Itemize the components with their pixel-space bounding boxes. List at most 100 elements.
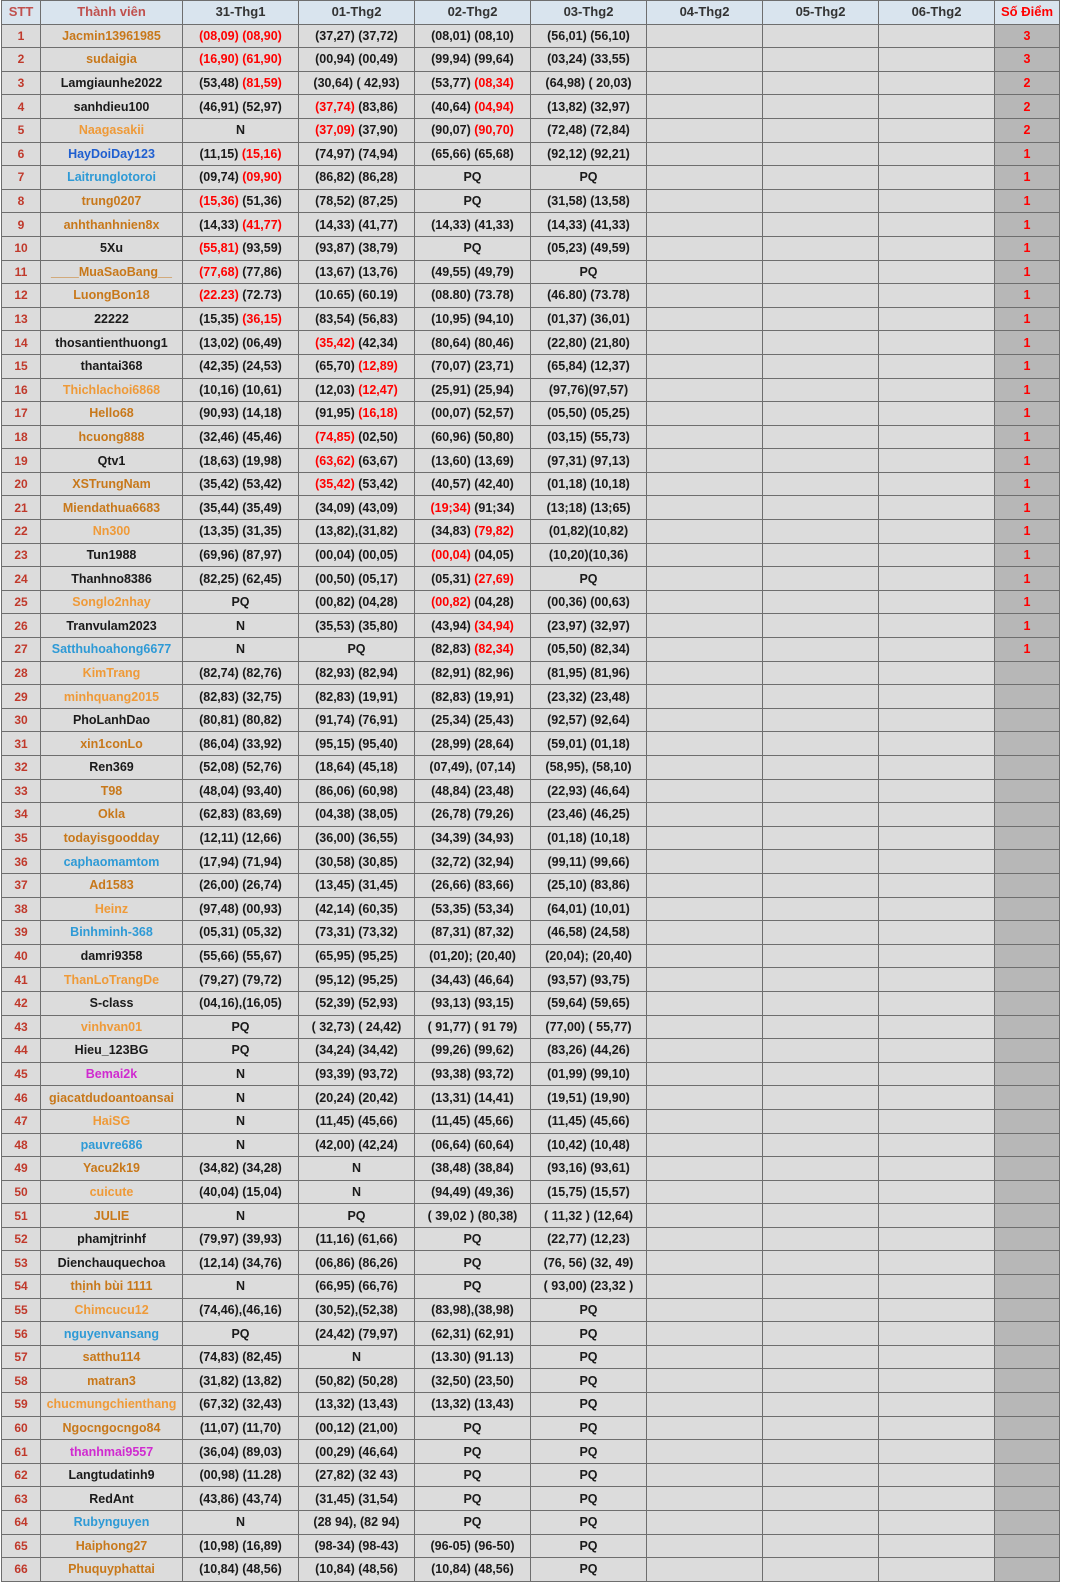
day-cell: PQ bbox=[530, 1321, 647, 1346]
prediction-value: (00,94) bbox=[315, 52, 355, 67]
day-cell: (91,95) (16,18) bbox=[298, 401, 415, 426]
row-number: 49 bbox=[1, 1156, 41, 1181]
table-row: 56 nguyenvansang PQ (24,42) (79,97) (62,31) … bbox=[1, 1321, 1060, 1346]
prediction-value: (60.19) bbox=[358, 288, 398, 303]
day-cell bbox=[762, 1533, 879, 1559]
prediction-value: (82,74) bbox=[199, 665, 239, 680]
prediction-value: (12,89) bbox=[358, 359, 398, 374]
row-number: 16 bbox=[1, 377, 41, 403]
score-cell bbox=[994, 920, 1060, 945]
member-name: satthu114 bbox=[40, 1344, 183, 1370]
member-name: Binhminh-368 bbox=[40, 920, 183, 945]
prediction-value: (23,71) bbox=[474, 359, 514, 374]
day-cell: (32,50) (23,50) bbox=[414, 1368, 531, 1394]
prediction-value: (00,98) bbox=[199, 1468, 240, 1483]
day-cell bbox=[878, 235, 995, 261]
day-cell bbox=[646, 872, 763, 898]
day-cell bbox=[646, 1226, 763, 1252]
table-row: 24 Thanhno8386 (82,25) (62,45) (00,50) (05,… bbox=[1, 566, 1060, 591]
table-row: 22 Nn300 (13,35) (31,35) (13,82),(31,82) (34… bbox=[1, 519, 1060, 544]
prediction-value: PQ bbox=[463, 1279, 482, 1294]
score-cell bbox=[994, 1203, 1060, 1228]
prediction-value: (19,91) bbox=[474, 689, 514, 704]
prediction-value: (12,11) bbox=[199, 831, 239, 846]
prediction-value: (95,40) bbox=[358, 736, 398, 751]
prediction-value: (05,17) bbox=[358, 571, 398, 586]
prediction-value: (93,61) bbox=[590, 1161, 630, 1176]
day-cell: N bbox=[182, 613, 299, 639]
day-cell: (04,38) (38,05) bbox=[298, 802, 415, 827]
day-cell: (86,06) (60,98) bbox=[298, 778, 415, 804]
day-cell bbox=[878, 401, 995, 426]
row-number: 10 bbox=[1, 235, 41, 261]
day-cell bbox=[878, 566, 995, 591]
table-row: 46 giacatdudoantoansai N (20,24) (20,42) (13… bbox=[1, 1085, 1060, 1110]
score-cell: 2 bbox=[994, 94, 1060, 119]
day-cell: (27,82) (32 43) bbox=[298, 1462, 415, 1488]
prediction-value: (14,33) bbox=[199, 217, 239, 232]
day-cell bbox=[646, 1203, 763, 1228]
prediction-value: (00,49) bbox=[358, 52, 398, 67]
day-cell bbox=[878, 542, 995, 568]
prediction-value: (72,84) bbox=[590, 123, 630, 138]
row-number: 45 bbox=[1, 1061, 41, 1087]
prediction-value: N bbox=[235, 1114, 246, 1129]
prediction-value: (11,16) bbox=[315, 1232, 355, 1247]
day-cell bbox=[762, 1203, 879, 1228]
prediction-value: (32,50) bbox=[431, 1373, 471, 1388]
day-cell bbox=[878, 920, 995, 945]
day-cell: (93,87) (38,79) bbox=[298, 235, 415, 261]
prediction-value: (48,84) bbox=[431, 783, 471, 798]
prediction-value: ( 11,32 ) bbox=[544, 1208, 590, 1223]
prediction-value: (06,86) bbox=[315, 1255, 355, 1270]
day-cell: PQ bbox=[530, 1439, 647, 1464]
day-cell: ( 39,02 ) (80,38) bbox=[414, 1203, 531, 1228]
prediction-value: (55,66) bbox=[199, 949, 239, 964]
prediction-value: (12,23) bbox=[590, 1232, 630, 1247]
prediction-value: (58,95), bbox=[545, 760, 589, 775]
prediction-value: (49,79) bbox=[474, 264, 514, 279]
day-cell bbox=[646, 684, 763, 709]
day-cell bbox=[646, 1486, 763, 1511]
score-cell bbox=[994, 1439, 1060, 1464]
prediction-value: (34,76) bbox=[242, 1255, 282, 1270]
day-cell: (74,83) (82,45) bbox=[182, 1344, 299, 1370]
score-cell bbox=[994, 1462, 1060, 1488]
row-number: 60 bbox=[1, 1415, 41, 1441]
day-cell: (96-05) (96-50) bbox=[414, 1533, 531, 1559]
day-cell: (15,35) (36,15) bbox=[182, 306, 299, 332]
table-row: 59 chucmungchienthang (67,32) (32,43) (13,3… bbox=[1, 1392, 1060, 1417]
member-name: XSTrungNam bbox=[40, 471, 183, 497]
prediction-value: (34,09) bbox=[315, 500, 355, 515]
day-cell: (52,39) (52,93) bbox=[298, 990, 415, 1016]
day-cell bbox=[762, 1510, 879, 1535]
day-cell: (32,72) (32,94) bbox=[414, 849, 531, 874]
day-cell: (82,83) (82,34) bbox=[414, 637, 531, 662]
prediction-value: (82,83) bbox=[315, 689, 355, 704]
prediction-value: (87,32) bbox=[474, 925, 514, 940]
row-number: 27 bbox=[1, 637, 41, 662]
prediction-value: (82,34) bbox=[474, 642, 514, 657]
day-cell: (35,44) (35,49) bbox=[182, 495, 299, 521]
prediction-value: (92,21) bbox=[590, 146, 630, 161]
table-row: 25 Songlo2nhay PQ (00,82) (04,28) (00,82) (0… bbox=[1, 589, 1060, 615]
day-cell bbox=[646, 920, 763, 945]
table-row: 5 Naagasakii N (37,09) (37,90) (90,07) (90,7… bbox=[1, 117, 1060, 143]
day-cell: (30,52),(52,38) bbox=[298, 1297, 415, 1323]
table-row: 51 JULIE N PQ( 39,02 ) (80,38)( 11,32 ) (12… bbox=[1, 1203, 1060, 1228]
day-cell: (81,95) (81,96) bbox=[530, 660, 647, 686]
prediction-value: (38,79) bbox=[358, 241, 398, 256]
prediction-value: ( 20,03) bbox=[588, 76, 632, 91]
day-cell: (26,66) (83,66) bbox=[414, 872, 531, 898]
table-row: 26 Tranvulam2023 N (35,53) (35,80) (43,94) (… bbox=[1, 613, 1060, 639]
prediction-value: (62,83) bbox=[199, 807, 239, 822]
member-name: LuongBon18 bbox=[40, 283, 183, 308]
day-cell bbox=[646, 212, 763, 237]
day-cell: (34,82) (34,28) bbox=[182, 1156, 299, 1181]
prediction-value: (00,29) bbox=[315, 1444, 355, 1459]
day-cell: (00,04) (04,05) bbox=[414, 542, 531, 568]
table-row: 16 Thichlachoi6868 (10,16) (10,61) (12,03) … bbox=[1, 377, 1060, 403]
day-cell bbox=[762, 188, 879, 214]
day-cell: (35,42) (53,42) bbox=[182, 471, 299, 497]
prediction-value: PQ bbox=[579, 1420, 598, 1435]
